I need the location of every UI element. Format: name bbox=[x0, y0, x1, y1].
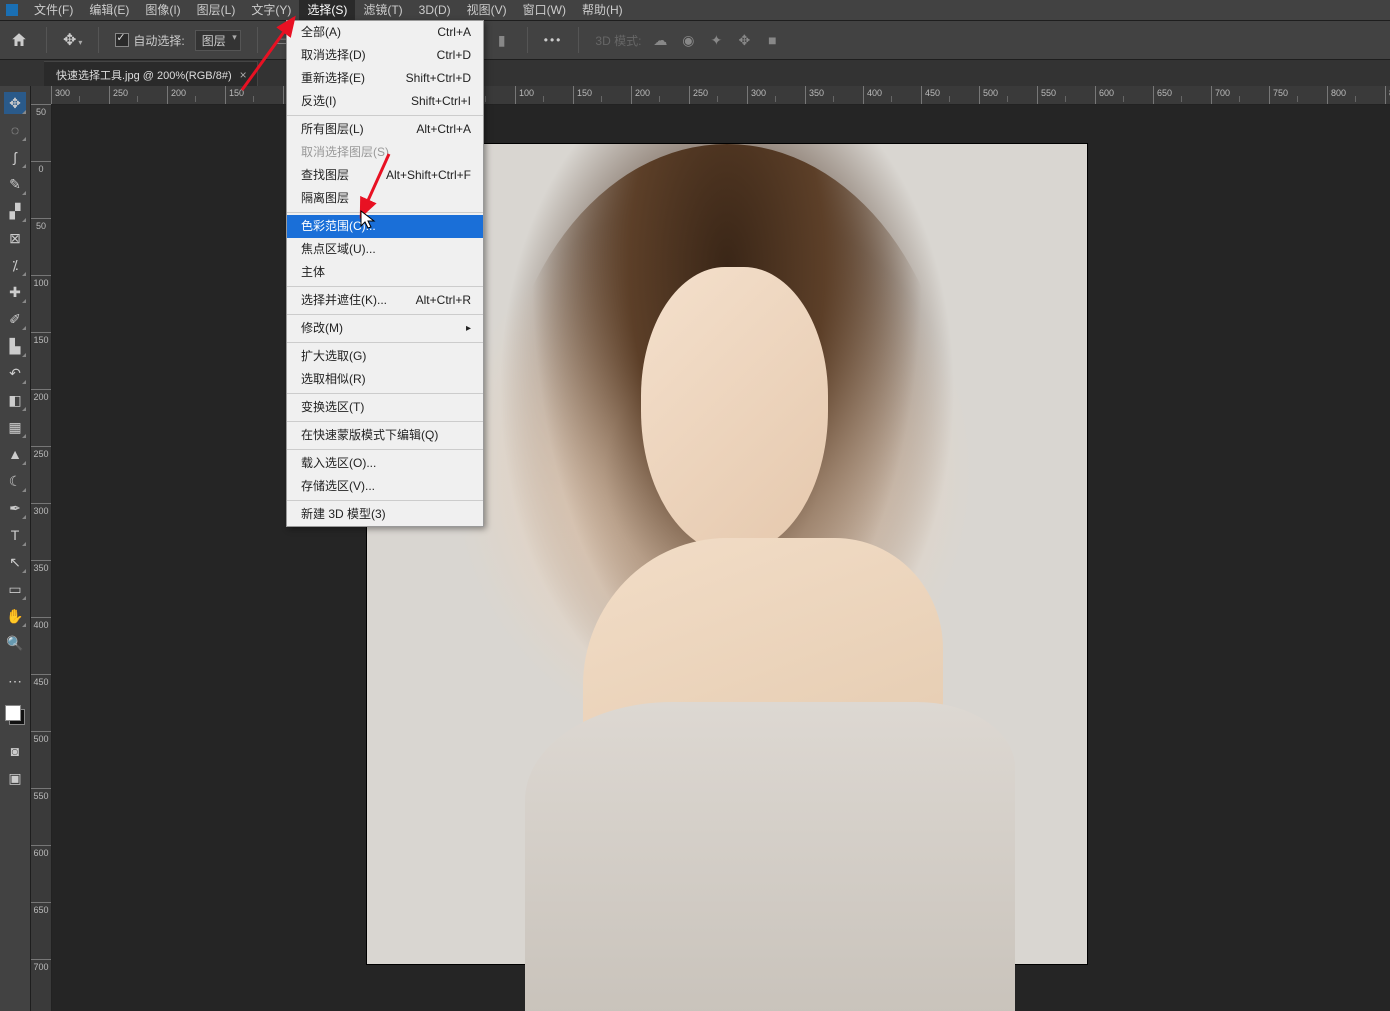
menu-item[interactable]: 扩大选取(G) bbox=[287, 345, 483, 368]
menu-item[interactable]: 反选(I)Shift+Ctrl+I bbox=[287, 90, 483, 113]
lasso-tool[interactable]: ʃ bbox=[4, 146, 26, 168]
layer-group-select[interactable]: 图层 bbox=[195, 30, 241, 51]
screen-mode-icon[interactable]: ▣ bbox=[4, 767, 26, 789]
menu-item[interactable]: 重新选择(E)Shift+Ctrl+D bbox=[287, 67, 483, 90]
3d-icon: ◉ bbox=[679, 31, 697, 49]
gradient-tool[interactable]: ▦ bbox=[4, 416, 26, 438]
shape-tool[interactable]: ▭ bbox=[4, 578, 26, 600]
stamp-tool[interactable]: ▙ bbox=[4, 335, 26, 357]
document-tab-bar: 快速选择工具.jpg @ 200%(RGB/8#) × bbox=[0, 60, 1390, 88]
eyedropper-tool[interactable]: ⁒ bbox=[4, 254, 26, 276]
3d-mode-label: 3D 模式: bbox=[595, 32, 641, 49]
blur-tool[interactable]: ▲ bbox=[4, 443, 26, 465]
home-button[interactable] bbox=[8, 29, 30, 51]
menu-item[interactable]: 所有图层(L)Alt+Ctrl+A bbox=[287, 118, 483, 141]
select-menu-dropdown[interactable]: 全部(A)Ctrl+A取消选择(D)Ctrl+D重新选择(E)Shift+Ctr… bbox=[286, 20, 484, 527]
move-tool[interactable]: ✥ bbox=[4, 92, 26, 114]
divider bbox=[527, 27, 528, 53]
menu-item[interactable]: 在快速蒙版模式下编辑(Q) bbox=[287, 424, 483, 447]
frame-tool[interactable]: ⊠ bbox=[4, 227, 26, 249]
menu-编辑[interactable]: 编辑(E) bbox=[81, 0, 137, 20]
auto-select-checkbox[interactable]: 自动选择: bbox=[115, 32, 184, 49]
menu-item[interactable]: 主体 bbox=[287, 261, 483, 284]
menu-item[interactable]: 焦点区域(U)... bbox=[287, 238, 483, 261]
3d-icon: ✥ bbox=[735, 31, 753, 49]
menu-窗口[interactable]: 窗口(W) bbox=[515, 0, 574, 20]
vertical-ruler[interactable]: 5005010015020025030035040045050055060065… bbox=[31, 104, 52, 1011]
menu-item[interactable]: 载入选区(O)... bbox=[287, 452, 483, 475]
menu-滤镜[interactable]: 滤镜(T) bbox=[355, 0, 410, 20]
divider bbox=[98, 27, 99, 53]
history-brush-tool[interactable]: ↶ bbox=[4, 362, 26, 384]
options-bar: ✥▾ 自动选择: 图层 ▭ ⊞ ⬍ ⬌ ▥ ▤ ▯ ▮ ••• 3D 模式: ☁… bbox=[0, 21, 1390, 60]
color-swatch[interactable] bbox=[5, 705, 25, 725]
divider bbox=[46, 27, 47, 53]
menu-图像[interactable]: 图像(I) bbox=[137, 0, 188, 20]
menu-item[interactable]: 全部(A)Ctrl+A bbox=[287, 21, 483, 44]
ruler-origin[interactable] bbox=[31, 86, 52, 105]
move-tool-icon[interactable]: ✥▾ bbox=[63, 30, 82, 50]
menu-item[interactable]: 修改(M) bbox=[287, 317, 483, 340]
hand-tool[interactable]: ✋ bbox=[4, 605, 26, 627]
distribute-icon[interactable]: ▮ bbox=[493, 31, 511, 49]
workspace: ✥ ◌ ʃ ✎ ▞ ⊠ ⁒ ✚ ✐ ▙ ↶ ◧ ▦ ▲ ☾ ✒ T ↖ ▭ ✋ … bbox=[0, 86, 1390, 1011]
menu-视图[interactable]: 视图(V) bbox=[459, 0, 515, 20]
tools-panel: ✥ ◌ ʃ ✎ ▞ ⊠ ⁒ ✚ ✐ ▙ ↶ ◧ ▦ ▲ ☾ ✒ T ↖ ▭ ✋ … bbox=[0, 86, 31, 1011]
marquee-tool[interactable]: ◌ bbox=[4, 119, 26, 141]
menu-3D[interactable]: 3D(D) bbox=[411, 0, 459, 20]
menu-item[interactable]: 变换选区(T) bbox=[287, 396, 483, 419]
cursor-icon bbox=[360, 210, 376, 230]
menu-item[interactable]: 选取相似(R) bbox=[287, 368, 483, 391]
annotation-arrow bbox=[238, 14, 308, 94]
pen-tool[interactable]: ✒ bbox=[4, 497, 26, 519]
menu-item[interactable]: 取消选择(D)Ctrl+D bbox=[287, 44, 483, 67]
eraser-tool[interactable]: ◧ bbox=[4, 389, 26, 411]
menubar: 文件(F)编辑(E)图像(I)图层(L)文字(Y)选择(S)滤镜(T)3D(D)… bbox=[0, 0, 1390, 21]
type-tool[interactable]: T bbox=[4, 524, 26, 546]
3d-icon: ■ bbox=[763, 31, 781, 49]
3d-icon: ✦ bbox=[707, 31, 725, 49]
quick-mask-icon[interactable]: ◙ bbox=[4, 740, 26, 762]
quick-select-tool[interactable]: ✎ bbox=[4, 173, 26, 195]
dodge-tool[interactable]: ☾ bbox=[4, 470, 26, 492]
path-select-tool[interactable]: ↖ bbox=[4, 551, 26, 573]
menu-图层[interactable]: 图层(L) bbox=[189, 0, 244, 20]
document-tab-title: 快速选择工具.jpg @ 200%(RGB/8#) bbox=[56, 67, 232, 83]
menu-item[interactable]: 新建 3D 模型(3) bbox=[287, 503, 483, 526]
menu-item[interactable]: 选择并遮住(K)...Alt+Ctrl+R bbox=[287, 289, 483, 312]
brush-tool[interactable]: ✐ bbox=[4, 308, 26, 330]
document-tab[interactable]: 快速选择工具.jpg @ 200%(RGB/8#) × bbox=[44, 61, 258, 88]
edit-toolbar-icon[interactable]: ⋯ bbox=[4, 670, 26, 692]
3d-icon: ☁ bbox=[651, 31, 669, 49]
menu-帮助[interactable]: 帮助(H) bbox=[574, 0, 631, 20]
3d-icons-group: ☁ ◉ ✦ ✥ ■ bbox=[651, 31, 781, 49]
divider bbox=[578, 27, 579, 53]
auto-select-label: 自动选择: bbox=[133, 32, 184, 49]
app-logo-icon bbox=[6, 4, 18, 16]
healing-tool[interactable]: ✚ bbox=[4, 281, 26, 303]
menu-item[interactable]: 存储选区(V)... bbox=[287, 475, 483, 498]
more-options-icon[interactable]: ••• bbox=[544, 33, 563, 47]
crop-tool[interactable]: ▞ bbox=[4, 200, 26, 222]
zoom-tool[interactable]: 🔍 bbox=[4, 632, 26, 654]
canvas-area[interactable]: 3002502001501005005010015020025030035040… bbox=[31, 86, 1390, 1011]
menu-文件[interactable]: 文件(F) bbox=[26, 0, 81, 20]
